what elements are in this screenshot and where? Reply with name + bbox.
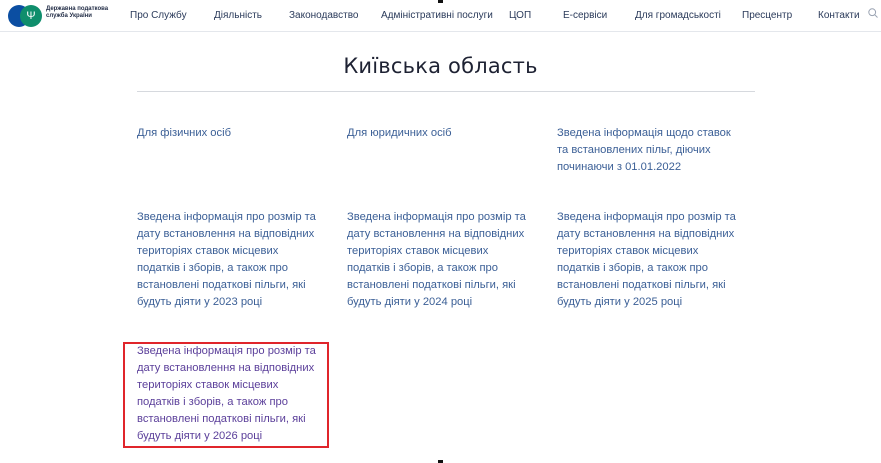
- page-title: Київська область: [343, 54, 538, 78]
- site-logo[interactable]: Ψ Державна податкова служба України: [8, 5, 113, 27]
- logo-text: Державна податкова служба України: [46, 6, 109, 19]
- logo-green-circle-icon: Ψ: [20, 5, 42, 27]
- tile-rates-2022[interactable]: Зведена інформація щодо ставок та встано…: [557, 125, 742, 176]
- tile-individuals[interactable]: Для фізичних осіб: [137, 125, 322, 142]
- nav-item-admin-services[interactable]: Адміністративні послуги: [381, 10, 493, 22]
- nav-item-e-services[interactable]: Е-сервіси: [563, 10, 607, 22]
- nav-item-activity[interactable]: Діяльність: [214, 10, 262, 22]
- trident-icon: Ψ: [26, 10, 36, 22]
- tile-rates-2023[interactable]: Зведена інформація про розмір та дату вс…: [137, 209, 322, 312]
- edge-marker-top: [438, 0, 443, 3]
- nav-item-contacts[interactable]: Контакти: [818, 10, 860, 22]
- title-divider: [137, 91, 755, 92]
- nav-item-press[interactable]: Пресцентр: [742, 10, 792, 22]
- site-header: Ψ Державна податкова служба України Про …: [0, 0, 881, 32]
- nav-item-legislation[interactable]: Законодавство: [289, 10, 358, 22]
- tile-rates-2024[interactable]: Зведена інформація про розмір та дату вс…: [347, 209, 532, 312]
- search-icon[interactable]: [868, 8, 878, 18]
- highlight-box: [123, 342, 329, 448]
- nav-item-cop[interactable]: ЦОП: [509, 10, 531, 22]
- nav-item-public[interactable]: Для громадськості: [635, 10, 721, 22]
- nav-item-about[interactable]: Про Службу: [130, 10, 187, 22]
- tile-legal-entities[interactable]: Для юридичних осіб: [347, 125, 532, 142]
- tile-rates-2025[interactable]: Зведена інформація про розмір та дату вс…: [557, 209, 742, 312]
